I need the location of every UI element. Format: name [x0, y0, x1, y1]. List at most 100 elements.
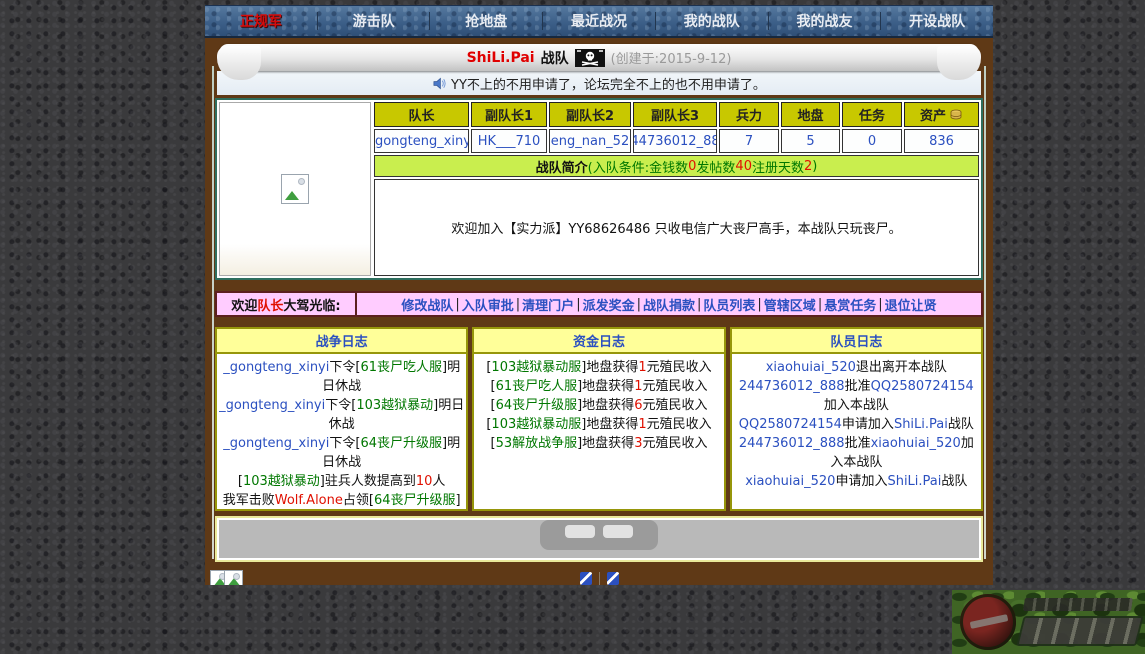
cell-territory: 5	[781, 129, 840, 153]
text-segment: 10	[416, 474, 433, 489]
member-log-body: xiaohuiai_520退出离开本战队244736012_888批准QQ258…	[732, 354, 981, 509]
team-created-date: (创建于:2015-9-12)	[611, 48, 732, 67]
footer-links	[205, 572, 993, 585]
text-segment: 战队简介	[536, 157, 588, 176]
text-segment: 103越狱暴动服	[491, 417, 581, 432]
admin-link[interactable]: 修改战队	[401, 295, 453, 314]
admin-link[interactable]: 派发奖金	[583, 295, 635, 314]
admin-link[interactable]: 悬赏任务	[824, 295, 876, 314]
log-line: [53解放战争服]地盘获得3元殖民收入	[476, 434, 721, 453]
cell-vice3: 244736012_888	[633, 129, 717, 153]
log-line: [103越狱暴动]驻兵人数提高到10人	[219, 472, 464, 491]
footer-glyph-right[interactable]	[607, 572, 619, 585]
money-log-body: [103越狱暴动服]地盘获得1元殖民收入[61丧尸吃人服]地盘获得1元殖民收入[…	[474, 354, 723, 509]
text-segment: 244736012_888	[739, 379, 845, 394]
nav-item-grab-territory[interactable]: 抢地盘	[430, 6, 542, 36]
text-segment: 大驾光临:	[283, 295, 340, 314]
coin-stack-icon	[949, 109, 963, 121]
team-intro-text: 欢迎加入【实力派】YY68626486 只收电信广大丧尸高手，本战队只玩丧尸。	[451, 218, 901, 237]
text-segment: 退出离开本战队	[856, 360, 947, 375]
text-segment: 元殖民收入	[642, 436, 707, 451]
nav-item-recent-battles[interactable]: 最近战况	[543, 6, 655, 36]
nav-item-create-team[interactable]: 开设战队	[881, 6, 993, 36]
text-segment: 61丧尸吃人服	[360, 360, 442, 375]
cell-vice2: geng_nan_520	[549, 129, 631, 153]
text-segment: Wolf.Alone	[275, 493, 343, 508]
log-line: _gongteng_xinyi下令[103越狱暴动]明日休战	[219, 396, 464, 434]
admin-link[interactable]: 退位让贤	[885, 295, 937, 314]
text-segment: _gongteng_xinyi	[219, 398, 325, 413]
admin-link[interactable]: 战队捐款	[643, 295, 695, 314]
text-segment: 元殖民收入	[647, 360, 712, 375]
money-log-title: 资金日志	[474, 329, 723, 354]
speaker-icon	[432, 76, 447, 91]
admin-link[interactable]: 清理门户	[522, 295, 574, 314]
text-segment: QQ2580724154	[739, 417, 842, 432]
nav-item-regular-army[interactable]: 正规军	[205, 6, 317, 36]
log-line: 244736012_888批准xiaohuiai_520加入本战队	[734, 434, 979, 472]
text-segment: ]地盘获得	[577, 398, 634, 413]
text-segment: 64丧尸升级服	[496, 398, 578, 413]
welcome-admin-bar: 欢迎队长大驾光临: 修改战队 |入队审批 |清理门户 |派发奖金 |战队捐款 |…	[215, 291, 983, 317]
link-separator: |	[818, 297, 822, 312]
team-table-value-row: _gongteng_xinyi HK___710 geng_nan_520 24…	[374, 129, 979, 153]
cell-vice1: HK___710	[471, 129, 547, 153]
nav-item-my-team[interactable]: 我的战队	[656, 6, 768, 36]
text-segment: 申请加入	[842, 417, 894, 432]
link-separator: |	[637, 297, 641, 312]
cell-troops: 7	[719, 129, 779, 153]
text-segment: 人	[432, 474, 445, 489]
watermark-text-top	[1023, 598, 1133, 611]
admin-link[interactable]: 入队审批	[462, 295, 514, 314]
text-segment: ]地盘获得	[581, 417, 638, 432]
announcement-text: YY不上的不用申请了，论坛完全不上的也不用申请了。	[451, 74, 766, 93]
logs-section: 战争日志 _gongteng_xinyi下令[61丧尸吃人服]明日休战_gong…	[215, 327, 983, 511]
text-segment: 我军击败	[223, 493, 275, 508]
log-line: _gongteng_xinyi下令[64丧尸升级服]明日休战	[219, 434, 464, 472]
watermark-logo	[952, 590, 1145, 654]
broken-image-icon	[224, 570, 243, 585]
col-header-vice1: 副队长1	[471, 102, 547, 127]
col-header-assets: 资产	[904, 102, 979, 127]
text-segment: 战队	[941, 474, 967, 489]
page: 正规军 游击队 抢地盘 最近战况 我的战队 我的战友 开设战队 ShiLi.Pa…	[0, 0, 1145, 654]
footer-glyph-left[interactable]	[580, 572, 592, 585]
text-segment: xiaohuiai_520	[871, 436, 961, 451]
content-frame: ShiLi.Pai 战队 (创建于:2015-9-12) YY不上的不用申请了，…	[205, 38, 993, 585]
text-segment: 注册天数	[752, 157, 804, 176]
bottom-strip	[205, 568, 993, 585]
watermark-emblem	[960, 594, 1016, 650]
team-intro-text-box: 欢迎加入【实力派】YY68626486 只收电信广大丧尸高手，本战队只玩丧尸。	[374, 179, 979, 276]
text-segment: ]地盘获得	[581, 360, 638, 375]
col-header-vice3: 副队长3	[633, 102, 717, 127]
text-segment: xiaohuiai_520	[745, 474, 835, 489]
team-table: 队长 副队长1 副队长2 副队长3 兵力 地盘 任务 资产	[374, 102, 979, 276]
log-line: xiaohuiai_520申请加入ShiLi.Pai战队	[734, 472, 979, 491]
log-line: QQ2580724154申请加入ShiLi.Pai战队	[734, 415, 979, 434]
text-segment: 53解放战争服	[496, 436, 578, 451]
link-separator: |	[697, 297, 701, 312]
footer-glyph-separator	[599, 572, 600, 585]
text-segment: 元殖民收入	[642, 398, 707, 413]
log-line: [103越狱暴动服]地盘获得1元殖民收入	[476, 358, 721, 377]
team-table-header-row: 队长 副队长1 副队长2 副队长3 兵力 地盘 任务 资产	[374, 102, 979, 127]
money-log-column: 资金日志 [103越狱暴动服]地盘获得1元殖民收入[61丧尸吃人服]地盘获得1元…	[472, 327, 725, 511]
cell-missions: 0	[842, 129, 902, 153]
nav-item-my-comrades[interactable]: 我的战友	[769, 6, 881, 36]
text-segment: 40	[735, 159, 752, 174]
text-segment: 1	[638, 417, 646, 432]
text-segment: 队长	[257, 295, 283, 314]
admin-link[interactable]: 管辖区域	[764, 295, 816, 314]
nav-item-guerrilla[interactable]: 游击队	[318, 6, 430, 36]
text-segment: 2	[804, 159, 812, 174]
text-segment: ]地盘获得	[577, 379, 634, 394]
text-segment: 0	[688, 159, 696, 174]
footer-tab-image-right	[603, 525, 633, 538]
text-segment: )	[812, 159, 817, 174]
log-line: [103越狱暴动服]地盘获得1元殖民收入	[476, 415, 721, 434]
team-intro-bar: 战队简介 (入队条件:金钱数0 发帖数40 注册天数2)	[374, 155, 979, 177]
member-log-column: 队员日志 xiaohuiai_520退出离开本战队244736012_888批准…	[730, 327, 983, 511]
text-segment: 64丧尸升级服	[360, 436, 442, 451]
text-segment: ]驻兵人数提高到	[320, 474, 416, 489]
admin-link[interactable]: 队员列表	[703, 295, 755, 314]
